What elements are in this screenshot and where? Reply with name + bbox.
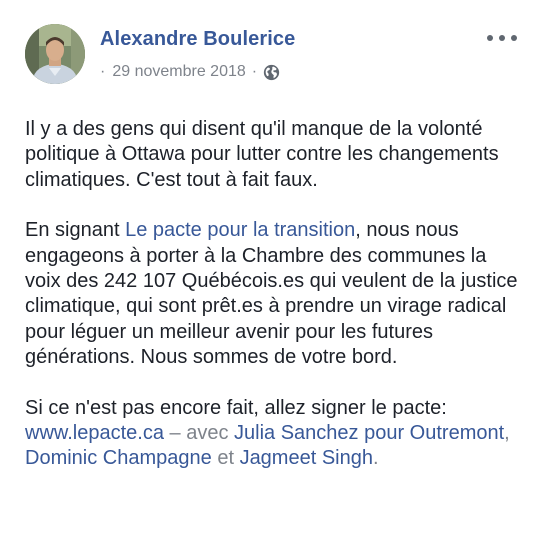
more-dot — [511, 35, 517, 41]
post-meta: · 29 novembre 2018 · — [100, 62, 280, 81]
globe-icon[interactable] — [263, 64, 280, 81]
lepacte-url-link[interactable]: www.lepacte.ca — [25, 422, 164, 444]
period-text: . — [372, 447, 379, 470]
paragraph-text: Si ce n'est pas encore fait, allez signe… — [25, 396, 447, 419]
with-text: – avec — [163, 422, 235, 445]
comma-text: , — [504, 422, 510, 445]
paragraph-text: En signant — [25, 219, 126, 242]
post-paragraph-2: En signant Le pacte pour la transition, … — [25, 218, 525, 370]
post-text: Il y a des gens qui disent qu'il manque … — [25, 117, 525, 472]
tag-jagmeet-singh[interactable]: Jagmeet Singh — [240, 447, 373, 469]
meta-separator: · — [251, 62, 258, 80]
and-text: et — [211, 447, 240, 470]
meta-separator: · — [100, 62, 106, 80]
paragraph-text: , nous nous engageons à porter à la Cham… — [25, 219, 518, 369]
avatar[interactable] — [25, 24, 85, 84]
more-options-icon[interactable] — [487, 30, 517, 46]
more-dot — [487, 35, 493, 41]
pacte-link[interactable]: Le pacte pour la transition — [125, 219, 355, 241]
post-paragraph-1: Il y a des gens qui disent qu'il manque … — [25, 118, 499, 191]
more-dot — [499, 35, 505, 41]
post-paragraph-3: Si ce n'est pas encore fait, allez signe… — [25, 396, 525, 472]
tag-dominic-champagne[interactable]: Dominic Champagne — [25, 447, 212, 469]
tag-julia-sanchez[interactable]: Julia Sanchez pour Outremont — [234, 422, 504, 444]
facebook-post: Alexandre Boulerice · 29 novembre 2018 ·… — [0, 0, 538, 560]
author-name-link[interactable]: Alexandre Boulerice — [100, 28, 295, 51]
post-timestamp[interactable]: 29 novembre 2018 — [112, 63, 245, 81]
profile-photo — [25, 24, 85, 84]
